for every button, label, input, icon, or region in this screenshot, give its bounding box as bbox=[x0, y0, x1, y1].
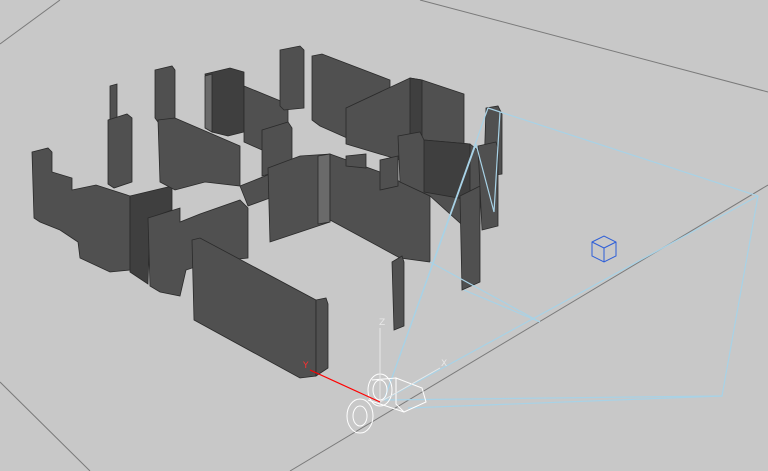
ground-edge-left bbox=[0, 381, 91, 471]
camera-target-icon[interactable] bbox=[591, 235, 617, 263]
gizmo-x-label: X bbox=[441, 359, 447, 369]
gizmo-z-label: Z bbox=[379, 318, 385, 328]
wall-mesh[interactable] bbox=[423, 139, 471, 201]
scene-canvas[interactable]: Z X Y bbox=[0, 0, 768, 471]
wall-mesh[interactable] bbox=[391, 255, 405, 331]
frustum-edge bbox=[383, 195, 759, 401]
wall-mesh[interactable] bbox=[109, 83, 118, 121]
perspective-viewport[interactable]: Z X Y bbox=[0, 0, 768, 471]
frustum-edge bbox=[429, 261, 541, 323]
gizmo-y-axis[interactable] bbox=[309, 369, 381, 403]
wall-mesh[interactable] bbox=[154, 65, 176, 123]
wall-mesh[interactable] bbox=[279, 45, 305, 111]
wall-mesh[interactable] bbox=[239, 173, 271, 207]
frustum-edge bbox=[463, 289, 541, 323]
wall-mesh[interactable] bbox=[107, 113, 133, 189]
wall-mesh[interactable] bbox=[459, 185, 481, 291]
ground-edge-right bbox=[419, 0, 768, 93]
wall-meshes[interactable] bbox=[31, 45, 503, 379]
wall-mesh[interactable] bbox=[317, 153, 331, 225]
wall-mesh[interactable] bbox=[315, 297, 329, 377]
ground-edge-back bbox=[0, 0, 61, 45]
wall-mesh[interactable] bbox=[379, 155, 399, 191]
wall-mesh[interactable] bbox=[204, 73, 213, 133]
wall-mesh[interactable] bbox=[345, 153, 367, 169]
wall-mesh[interactable] bbox=[191, 237, 317, 379]
gizmo-y-label: Y bbox=[302, 361, 309, 371]
